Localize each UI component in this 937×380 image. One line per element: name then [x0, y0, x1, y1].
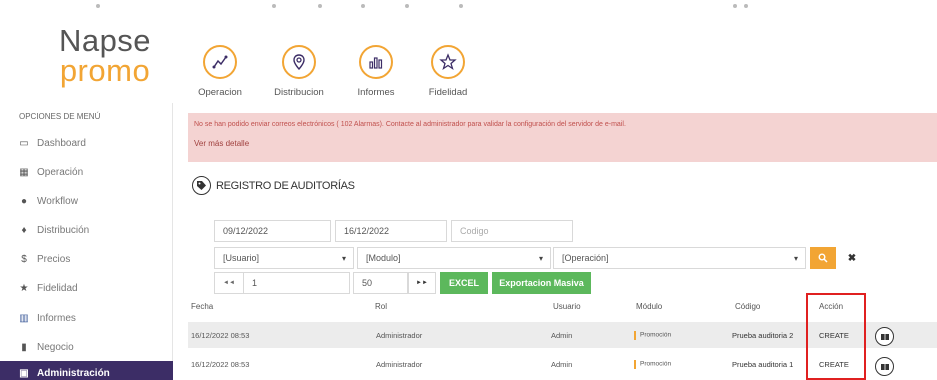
cell-codigo: Prueba auditoria 1: [732, 360, 794, 369]
sidebar-item-fidelidad[interactable]: ★ Fidelidad: [0, 273, 173, 303]
alert-message: No se han podido enviar correos electrón…: [194, 121, 626, 128]
bar-chart-icon: ▥: [19, 312, 29, 324]
chevron-down-icon: ▾: [538, 254, 543, 263]
column-header-codigo: Código: [735, 302, 761, 311]
nav-label: Informes: [357, 87, 395, 98]
column-header-fecha: Fecha: [191, 302, 214, 311]
sidebar-item-label: Workflow: [37, 195, 78, 207]
search-button[interactable]: [810, 247, 836, 269]
sidebar-item-label: Fidelidad: [37, 282, 78, 294]
sidebar-item-precios[interactable]: $ Precios: [0, 244, 173, 274]
module-marker: [634, 359, 636, 369]
sidebar-item-negocio[interactable]: ▮ Negocio: [0, 332, 173, 362]
nav-operacion[interactable]: Operacion: [191, 45, 249, 98]
nav-label: Distribucion: [274, 87, 324, 98]
cell-rol: Administrador: [376, 331, 423, 340]
usuario-select-value: [Usuario]: [223, 253, 260, 263]
sidebar-item-label: Distribución: [37, 224, 90, 236]
date-from-input[interactable]: 09/12/2022: [214, 220, 331, 242]
page-number-input[interactable]: 1: [243, 272, 350, 294]
search-icon: [818, 253, 828, 263]
grid-icon: ▦: [19, 166, 29, 178]
sidebar-item-dashboard[interactable]: ▭ Dashboard: [0, 128, 173, 158]
cell-rol: Administrador: [376, 360, 423, 369]
brand-line2: promo: [59, 53, 151, 88]
sidebar-item-label: Informes: [37, 312, 76, 324]
column-header-modulo: Módulo: [636, 302, 663, 311]
date-to-input[interactable]: 16/12/2022: [335, 220, 447, 242]
cell-usuario: Admin: [551, 331, 573, 340]
column-header-usuario: Usuario: [553, 302, 581, 311]
operacion-select[interactable]: [Operación] ▾: [553, 247, 806, 269]
sidebar-item-label: Precios: [37, 253, 71, 265]
map-marker-icon: ♦: [21, 224, 27, 236]
excel-button[interactable]: EXCEL: [440, 272, 488, 294]
book-icon: [880, 363, 889, 370]
export-button[interactable]: Exportacion Masiva: [492, 272, 591, 294]
cell-fecha: 16/12/2022 08:53: [191, 331, 250, 340]
chart-line-icon: [203, 45, 237, 79]
bar-chart-icon: [359, 45, 393, 79]
cell-codigo: Prueba auditoria 2: [732, 331, 794, 340]
nav-label: Fidelidad: [428, 87, 468, 98]
clear-filters-button[interactable]: ✖: [840, 247, 864, 269]
brand-logo[interactable]: Napse promo: [50, 23, 160, 88]
sidebar-item-informes[interactable]: ▥ Informes: [0, 303, 173, 333]
sidebar-item-label: Operación: [37, 166, 84, 178]
cell-modulo: Promoción: [634, 330, 671, 340]
chevron-down-icon: ▾: [793, 254, 798, 263]
brand-line1: Napse: [58, 23, 152, 58]
last-page-button[interactable]: ►►: [408, 272, 436, 294]
tag-icon: [192, 176, 211, 195]
usuario-select[interactable]: [Usuario] ▾: [214, 247, 354, 269]
star-icon: ★: [19, 282, 29, 294]
sidebar-item-operacion[interactable]: ▦ Operación: [0, 157, 173, 187]
codigo-input[interactable]: Codigo: [451, 220, 573, 242]
first-page-icon: ◄◄: [223, 280, 235, 286]
cell-modulo-text: Promoción: [640, 360, 672, 368]
cell-modulo: Promoción: [634, 359, 671, 369]
top-strip: [0, 0, 937, 22]
page-size-input[interactable]: 50: [353, 272, 408, 294]
dollar-icon: $: [21, 253, 27, 265]
map-pin-icon: [282, 45, 316, 79]
sidebar-item-workflow[interactable]: ● Workflow: [0, 186, 173, 216]
first-page-button[interactable]: ◄◄: [214, 272, 244, 294]
alert-banner: No se han podido enviar correos electrón…: [188, 113, 937, 162]
page-title-text: REGISTRO DE AUDITORÍAS: [216, 179, 355, 192]
sidebar-item-label: Dashboard: [37, 137, 86, 149]
cell-usuario: Admin: [551, 360, 573, 369]
star-icon: [431, 45, 465, 79]
column-header-rol: Rol: [375, 302, 388, 311]
close-icon: ✖: [847, 252, 857, 264]
cell-fecha: 16/12/2022 08:53: [191, 360, 250, 369]
sidebar-item-administracion[interactable]: ▣ Administración: [0, 361, 173, 380]
sidebar-item-distribucion[interactable]: ♦ Distribución: [0, 215, 173, 245]
modulo-select-value: [Modulo]: [366, 253, 401, 263]
book-icon: [880, 333, 889, 340]
sidebar-heading: OPCIONES DE MENÚ: [19, 112, 101, 121]
module-marker: [634, 330, 636, 340]
monitor-icon: ▭: [19, 137, 29, 149]
view-detail-button[interactable]: [875, 357, 894, 376]
view-detail-button[interactable]: [875, 327, 894, 346]
nav-label: Operacion: [198, 87, 242, 98]
alert-more-link[interactable]: Ver más detalle: [194, 139, 249, 148]
workflow-icon: ●: [20, 195, 28, 207]
sidebar-item-label: Negocio: [37, 341, 74, 353]
calendar-icon: ▣: [19, 367, 29, 379]
nav-distribucion[interactable]: Distribucion: [266, 45, 332, 98]
operacion-select-value: [Operación]: [562, 253, 609, 263]
highlight-box: [806, 293, 866, 380]
book-icon: ▮: [21, 341, 27, 353]
nav-fidelidad[interactable]: Fidelidad: [423, 45, 473, 98]
sidebar: OPCIONES DE MENÚ ▭ Dashboard ▦ Operación…: [0, 103, 173, 380]
page-title: REGISTRO DE AUDITORÍAS: [192, 176, 355, 195]
chevron-down-icon: ▾: [341, 254, 346, 263]
sidebar-item-label: Administración: [37, 367, 110, 379]
modulo-select[interactable]: [Modulo] ▾: [357, 247, 551, 269]
last-page-icon: ►►: [416, 280, 428, 286]
nav-informes[interactable]: Informes: [351, 45, 401, 98]
cell-modulo-text: Promoción: [640, 331, 672, 339]
